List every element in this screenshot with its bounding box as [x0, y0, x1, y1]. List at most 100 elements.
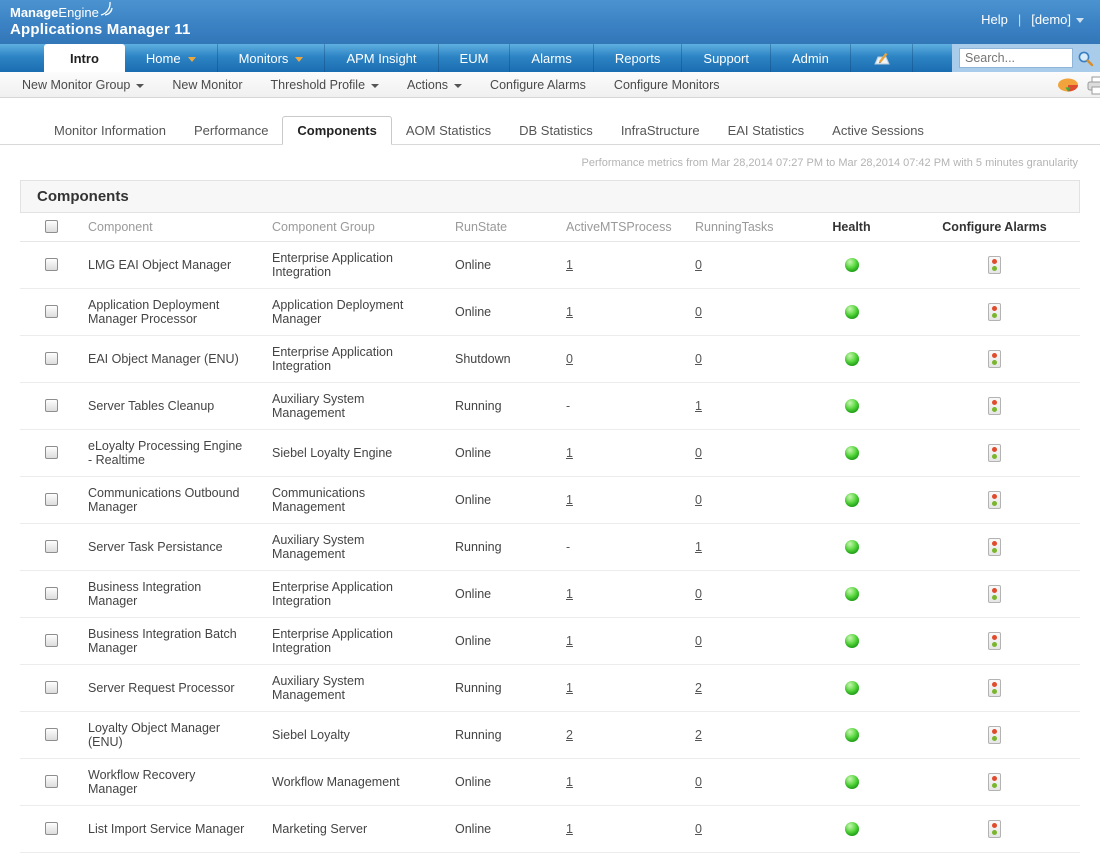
- tab-performance[interactable]: Performance: [180, 116, 282, 144]
- active-mts-process-link[interactable]: 1: [566, 258, 573, 272]
- health-status-icon[interactable]: [845, 493, 859, 507]
- tab-components[interactable]: Components: [282, 116, 391, 145]
- running-tasks-link[interactable]: 0: [695, 775, 702, 789]
- toolbar-item-configure-alarms[interactable]: Configure Alarms: [476, 78, 600, 92]
- component-name[interactable]: Loyalty Object Manager (ENU): [88, 721, 220, 749]
- active-mts-process-link[interactable]: 1: [566, 681, 573, 695]
- tab-monitor-information[interactable]: Monitor Information: [40, 116, 180, 144]
- configure-alarms-icon[interactable]: [988, 773, 1001, 791]
- component-name[interactable]: LMG EAI Object Manager: [88, 258, 231, 272]
- row-checkbox[interactable]: [45, 634, 58, 647]
- nav-item-eum[interactable]: EUM: [439, 44, 511, 72]
- configure-alarms-icon[interactable]: [988, 397, 1001, 415]
- running-tasks-link[interactable]: 0: [695, 258, 702, 272]
- configure-alarms-icon[interactable]: [988, 585, 1001, 603]
- nav-item-home[interactable]: Home: [125, 44, 218, 72]
- row-checkbox[interactable]: [45, 305, 58, 318]
- active-mts-process-link[interactable]: 1: [566, 775, 573, 789]
- search-input[interactable]: [959, 48, 1073, 68]
- toolbar-item-actions[interactable]: Actions: [393, 78, 476, 92]
- help-link[interactable]: Help: [981, 12, 1008, 27]
- configure-alarms-icon[interactable]: [988, 726, 1001, 744]
- nav-item-apm-insight[interactable]: APM Insight: [325, 44, 438, 72]
- row-checkbox[interactable]: [45, 681, 58, 694]
- active-mts-process-link[interactable]: 0: [566, 352, 573, 366]
- toolbar-item-new-monitor-group[interactable]: New Monitor Group: [8, 78, 158, 92]
- health-status-icon[interactable]: [845, 822, 859, 836]
- configure-alarms-icon[interactable]: [988, 491, 1001, 509]
- health-status-icon[interactable]: [845, 399, 859, 413]
- component-name[interactable]: Workflow Recovery Manager: [88, 768, 195, 796]
- nav-item-edit[interactable]: [851, 44, 913, 72]
- active-mts-process-link[interactable]: 2: [566, 728, 573, 742]
- configure-alarms-icon[interactable]: [988, 632, 1001, 650]
- health-status-icon[interactable]: [845, 775, 859, 789]
- health-status-icon[interactable]: [845, 305, 859, 319]
- configure-alarms-icon[interactable]: [988, 820, 1001, 838]
- health-status-icon[interactable]: [845, 446, 859, 460]
- component-name[interactable]: eLoyalty Processing Engine - Realtime: [88, 439, 242, 467]
- component-name[interactable]: Server Tables Cleanup: [88, 399, 214, 413]
- active-mts-process-link[interactable]: 1: [566, 822, 573, 836]
- component-name[interactable]: EAI Object Manager (ENU): [88, 352, 239, 366]
- configure-alarms-icon[interactable]: [988, 679, 1001, 697]
- running-tasks-link[interactable]: 0: [695, 493, 702, 507]
- tab-infrastructure[interactable]: InfraStructure: [607, 116, 714, 144]
- running-tasks-link[interactable]: 2: [695, 728, 702, 742]
- component-name[interactable]: Communications Outbound Manager: [88, 486, 239, 514]
- running-tasks-link[interactable]: 0: [695, 822, 702, 836]
- running-tasks-link[interactable]: 0: [695, 587, 702, 601]
- toolbar-item-new-monitor[interactable]: New Monitor: [158, 78, 256, 92]
- configure-alarms-icon[interactable]: [988, 350, 1001, 368]
- search-icon[interactable]: [1077, 50, 1094, 67]
- nav-item-admin[interactable]: Admin: [771, 44, 851, 72]
- nav-item-monitors[interactable]: Monitors: [218, 44, 326, 72]
- configure-alarms-icon[interactable]: [988, 538, 1001, 556]
- row-checkbox[interactable]: [45, 493, 58, 506]
- user-menu[interactable]: [demo]: [1031, 12, 1084, 27]
- component-name[interactable]: Server Task Persistance: [88, 540, 223, 554]
- health-status-icon[interactable]: [845, 258, 859, 272]
- component-name[interactable]: Business Integration Manager: [88, 580, 201, 608]
- component-name[interactable]: Application Deployment Manager Processor: [88, 298, 219, 326]
- row-checkbox[interactable]: [45, 258, 58, 271]
- tab-eai-statistics[interactable]: EAI Statistics: [714, 116, 819, 144]
- active-mts-process-link[interactable]: 1: [566, 634, 573, 648]
- health-status-icon[interactable]: [845, 728, 859, 742]
- pie-chart-icon[interactable]: [1057, 77, 1079, 94]
- health-status-icon[interactable]: [845, 681, 859, 695]
- running-tasks-link[interactable]: 0: [695, 305, 702, 319]
- tab-aom-statistics[interactable]: AOM Statistics: [392, 116, 505, 144]
- active-mts-process-link[interactable]: 1: [566, 587, 573, 601]
- row-checkbox[interactable]: [45, 352, 58, 365]
- active-mts-process-link[interactable]: 1: [566, 305, 573, 319]
- row-checkbox[interactable]: [45, 822, 58, 835]
- health-status-icon[interactable]: [845, 352, 859, 366]
- row-checkbox[interactable]: [45, 728, 58, 741]
- row-checkbox[interactable]: [45, 775, 58, 788]
- active-mts-process-link[interactable]: 1: [566, 493, 573, 507]
- printer-icon[interactable]: [1087, 76, 1100, 95]
- health-status-icon[interactable]: [845, 540, 859, 554]
- configure-alarms-icon[interactable]: [988, 444, 1001, 462]
- nav-item-alarms[interactable]: Alarms: [510, 44, 593, 72]
- running-tasks-link[interactable]: 0: [695, 634, 702, 648]
- tab-active-sessions[interactable]: Active Sessions: [818, 116, 938, 144]
- row-checkbox[interactable]: [45, 399, 58, 412]
- running-tasks-link[interactable]: 1: [695, 399, 702, 413]
- row-checkbox[interactable]: [45, 446, 58, 459]
- health-status-icon[interactable]: [845, 634, 859, 648]
- nav-item-intro[interactable]: Intro: [44, 44, 125, 72]
- select-all-checkbox[interactable]: [45, 220, 58, 233]
- nav-item-support[interactable]: Support: [682, 44, 771, 72]
- toolbar-item-configure-monitors[interactable]: Configure Monitors: [600, 78, 734, 92]
- running-tasks-link[interactable]: 0: [695, 352, 702, 366]
- running-tasks-link[interactable]: 2: [695, 681, 702, 695]
- tab-db-statistics[interactable]: DB Statistics: [505, 116, 607, 144]
- component-name[interactable]: List Import Service Manager: [88, 822, 244, 836]
- row-checkbox[interactable]: [45, 587, 58, 600]
- toolbar-item-threshold-profile[interactable]: Threshold Profile: [257, 78, 394, 92]
- nav-item-reports[interactable]: Reports: [594, 44, 683, 72]
- active-mts-process-link[interactable]: 1: [566, 446, 573, 460]
- running-tasks-link[interactable]: 1: [695, 540, 702, 554]
